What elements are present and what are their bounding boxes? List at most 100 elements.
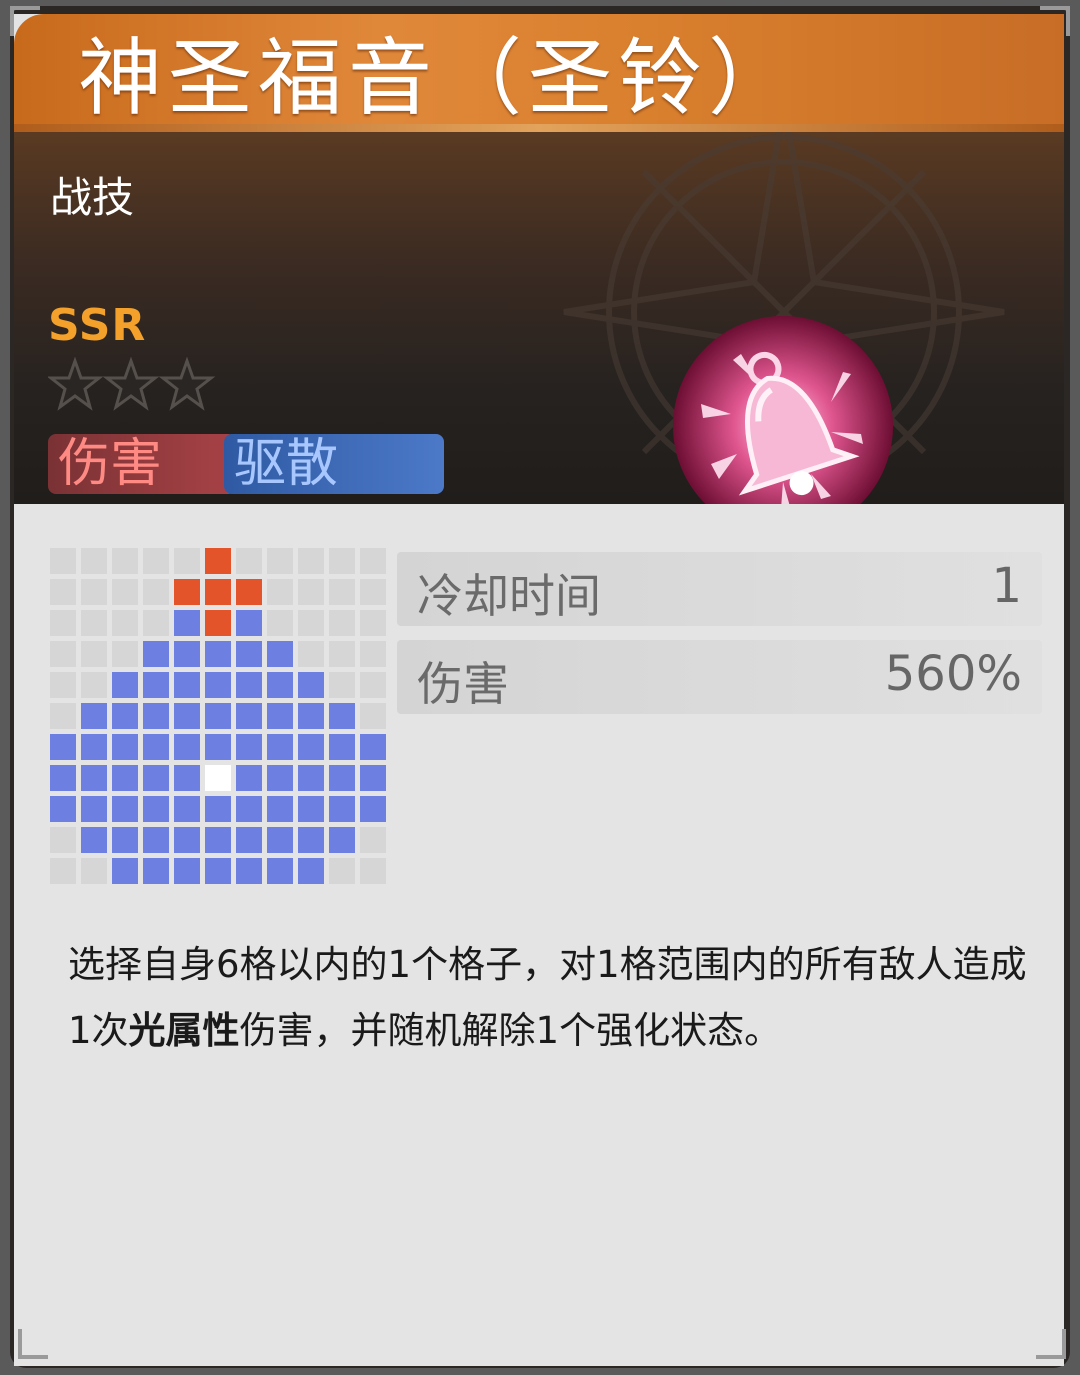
empty-cell	[329, 610, 355, 636]
reach-cell	[298, 672, 324, 698]
reach-cell	[329, 765, 355, 791]
reach-cell	[112, 703, 138, 729]
reach-cell	[112, 734, 138, 760]
reach-cell	[174, 796, 200, 822]
empty-cell	[112, 610, 138, 636]
empty-cell	[50, 641, 76, 667]
empty-cell	[112, 579, 138, 605]
holy-bell-icon	[673, 316, 893, 504]
reach-cell	[329, 734, 355, 760]
empty-cell	[298, 548, 324, 574]
reach-cell	[174, 703, 200, 729]
empty-cell	[50, 548, 76, 574]
reach-cell	[205, 672, 231, 698]
star-icon	[102, 357, 160, 411]
reach-cell	[50, 796, 76, 822]
target-cell	[205, 579, 231, 605]
empty-cell	[298, 610, 324, 636]
empty-cell	[298, 579, 324, 605]
reach-cell	[143, 734, 169, 760]
empty-cell	[81, 579, 107, 605]
empty-cell	[267, 610, 293, 636]
reach-cell	[112, 796, 138, 822]
reach-cell	[298, 703, 324, 729]
reach-cell	[50, 734, 76, 760]
reach-cell	[174, 610, 200, 636]
reach-cell	[267, 672, 293, 698]
stat-row-cooldown: 冷却时间 1	[397, 552, 1042, 626]
reach-cell	[81, 765, 107, 791]
empty-cell	[50, 858, 76, 884]
reach-cell	[112, 827, 138, 853]
target-cell	[236, 579, 262, 605]
reach-cell	[360, 734, 386, 760]
empty-cell	[329, 858, 355, 884]
empty-cell	[360, 548, 386, 574]
empty-cell	[81, 610, 107, 636]
reach-cell	[143, 641, 169, 667]
reach-cell	[143, 672, 169, 698]
empty-cell	[81, 548, 107, 574]
reach-cell	[298, 765, 324, 791]
reach-cell	[236, 827, 262, 853]
reach-cell	[267, 641, 293, 667]
reach-cell	[236, 858, 262, 884]
empty-cell	[81, 858, 107, 884]
empty-cell	[360, 858, 386, 884]
reach-cell	[329, 703, 355, 729]
star-icon	[158, 357, 216, 411]
tag-dispel: 驱散	[224, 434, 444, 494]
reach-cell	[205, 858, 231, 884]
corner-ornament-icon	[1036, 1329, 1066, 1359]
reach-cell	[81, 703, 107, 729]
empty-cell	[329, 641, 355, 667]
empty-cell	[329, 579, 355, 605]
empty-cell	[143, 548, 169, 574]
target-cell	[205, 610, 231, 636]
empty-cell	[360, 672, 386, 698]
description-element: 光属性	[128, 1009, 240, 1052]
reach-cell	[298, 827, 324, 853]
reach-cell	[143, 858, 169, 884]
reach-cell	[267, 765, 293, 791]
empty-cell	[360, 703, 386, 729]
empty-cell	[329, 548, 355, 574]
reach-cell	[174, 765, 200, 791]
self-cell	[205, 765, 231, 791]
reach-cell	[143, 765, 169, 791]
star-icon	[48, 357, 104, 411]
skill-header: 战技 SSR 伤害 驱散	[14, 132, 1064, 504]
reach-cell	[174, 641, 200, 667]
empty-cell	[360, 641, 386, 667]
corner-ornament-icon	[10, 6, 40, 36]
star-rating	[48, 357, 216, 411]
reach-cell	[236, 610, 262, 636]
reach-cell	[81, 827, 107, 853]
reach-cell	[205, 827, 231, 853]
rarity-label: SSR	[48, 300, 147, 351]
reach-cell	[236, 703, 262, 729]
empty-cell	[267, 579, 293, 605]
reach-cell	[205, 796, 231, 822]
target-cell	[174, 579, 200, 605]
reach-cell	[360, 765, 386, 791]
skill-type-label: 战技	[50, 173, 135, 222]
empty-cell	[143, 610, 169, 636]
damage-value: 560%	[884, 646, 1022, 702]
corner-ornament-icon	[1040, 6, 1070, 36]
reach-cell	[143, 796, 169, 822]
empty-cell	[50, 672, 76, 698]
skill-card: 神圣福音（圣铃） 战技 SSR 伤害 驱散 冷却时间 1 伤害 560% 选择自…	[14, 14, 1064, 1366]
reach-cell	[298, 734, 324, 760]
skill-description: 选择自身6格以内的1个格子，对1格范围内的所有敌人造成1次光属性伤害，并随机解除…	[68, 932, 1028, 1064]
reach-cell	[174, 672, 200, 698]
reach-cell	[236, 672, 262, 698]
empty-cell	[112, 548, 138, 574]
empty-cell	[50, 579, 76, 605]
reach-cell	[236, 641, 262, 667]
empty-cell	[143, 579, 169, 605]
skill-title: 神圣福音（圣铃）	[78, 29, 799, 127]
empty-cell	[360, 827, 386, 853]
target-cell	[205, 548, 231, 574]
empty-cell	[298, 641, 324, 667]
